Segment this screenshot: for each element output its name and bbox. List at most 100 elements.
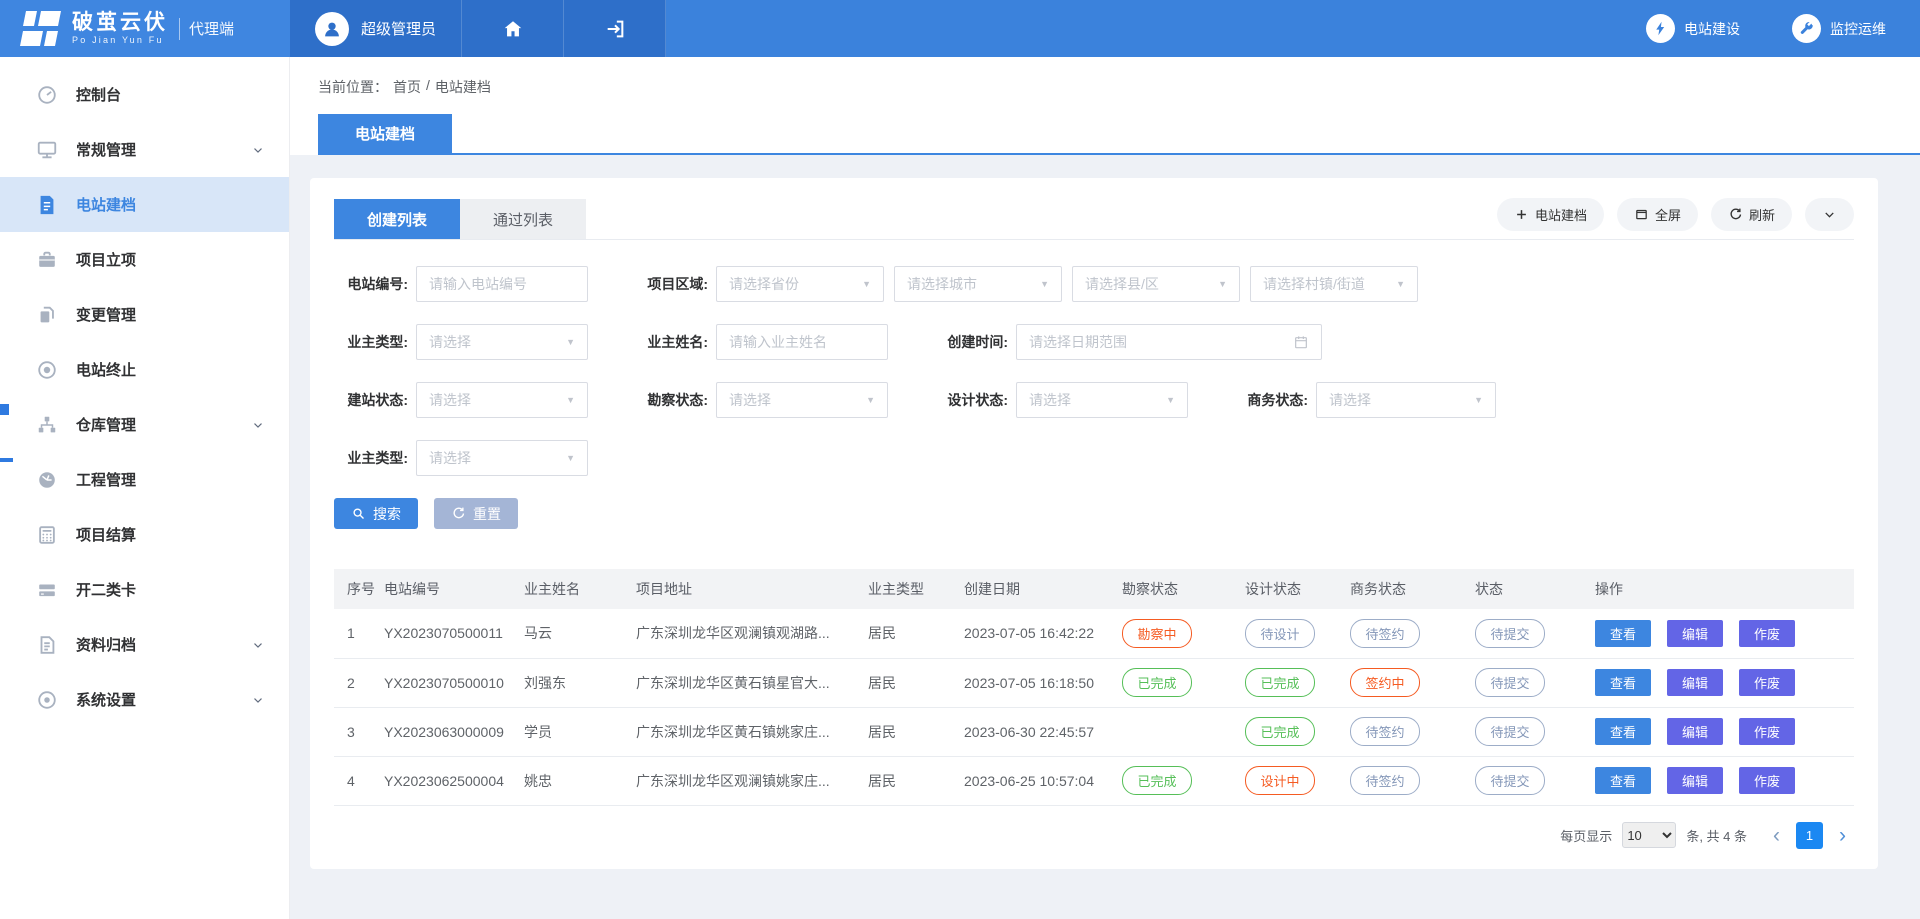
table-row: 4YX2023062500004姚忠广东深圳龙华区观澜镇姚家庄...居民2023…	[334, 756, 1854, 805]
prev-page-button[interactable]: ‹	[1765, 825, 1788, 846]
create-station-button[interactable]: 电站建档	[1497, 198, 1604, 231]
placeholder-text: 请输入业主姓名	[729, 332, 875, 352]
next-page-button[interactable]: ›	[1831, 825, 1854, 846]
page-size-select[interactable]: 10	[1622, 822, 1676, 848]
breadcrumb-separator: /	[426, 77, 430, 97]
sidebar-item-general-mgmt[interactable]: 常规管理	[0, 122, 289, 177]
calculator-icon	[36, 524, 58, 546]
sidebar-item-second-card[interactable]: 开二类卡	[0, 562, 289, 617]
station-table: 序号电站编号业主姓名项目地址业主类型创建日期勘察状态设计状态商务状态状态操作 1…	[334, 569, 1854, 806]
view-button[interactable]: 查看	[1595, 669, 1651, 696]
void-button[interactable]: 作废	[1739, 767, 1795, 794]
cell-status: 待提交	[1469, 658, 1589, 707]
sidebar-item-project-approval[interactable]: 项目立项	[0, 232, 289, 287]
fullscreen-button[interactable]: 全屏	[1617, 198, 1698, 231]
sidebar-item-project-settlement[interactable]: 项目结算	[0, 507, 289, 562]
cell-business: 待签约	[1344, 707, 1469, 756]
sidebar-item-system-settings[interactable]: 系统设置	[0, 672, 289, 727]
filter-district: 请选择县/区▼	[1072, 266, 1240, 302]
view-button[interactable]: 查看	[1595, 620, 1651, 647]
column-header-business: 商务状态	[1344, 569, 1469, 609]
reset-button[interactable]: 重置	[434, 498, 518, 529]
city-select[interactable]: 请选择城市▼	[894, 266, 1062, 302]
placeholder-text: 请输入电站编号	[429, 274, 575, 294]
void-button[interactable]: 作废	[1739, 718, 1795, 745]
cell-code: YX2023070500010	[378, 658, 518, 707]
header-link-monitor-ops[interactable]: 监控运维	[1792, 14, 1886, 43]
cell-owner_type: 居民	[862, 609, 958, 658]
logout-button[interactable]	[564, 0, 666, 57]
cell-address: 广东深圳龙华区观澜镇姚家庄...	[630, 756, 862, 805]
filter-row: 建站状态: 请选择▼ 勘察状态: 请选择▼ 设计状态: 请选择▼ 商务状态:	[334, 382, 1854, 418]
page-tab-station-file[interactable]: 电站建档	[318, 114, 452, 153]
tab-passed-list[interactable]: 通过列表	[460, 199, 586, 239]
placeholder-text: 请选择	[1329, 390, 1468, 410]
design-status-select[interactable]: 请选择▼	[1016, 382, 1188, 418]
build-status-select[interactable]: 请选择▼	[416, 382, 588, 418]
tab-created-list[interactable]: 创建列表	[334, 199, 460, 239]
owner-name-input[interactable]: 请输入业主姓名	[716, 324, 888, 360]
void-button[interactable]: 作废	[1739, 620, 1795, 647]
sidebar-item-station-file[interactable]: 电站建档	[0, 177, 289, 232]
edit-button[interactable]: 编辑	[1667, 620, 1723, 647]
placeholder-text: 请选择	[429, 332, 560, 352]
chevron-down-icon	[251, 693, 265, 707]
column-header-actions: 操作	[1589, 569, 1854, 609]
edit-button[interactable]: 编辑	[1667, 669, 1723, 696]
page-1-button[interactable]: 1	[1796, 822, 1823, 849]
column-header-created: 创建日期	[958, 569, 1116, 609]
gauge-icon	[36, 469, 58, 491]
business-status-select[interactable]: 请选择▼	[1316, 382, 1496, 418]
header-link-station-build[interactable]: 电站建设	[1646, 14, 1740, 43]
cell-design: 设计中	[1239, 756, 1344, 805]
sidebar-item-data-archive[interactable]: 资料归档	[0, 617, 289, 672]
cell-owner_type: 居民	[862, 756, 958, 805]
caret-down-icon: ▼	[566, 337, 575, 347]
refresh-button[interactable]: 刷新	[1711, 198, 1792, 231]
create-time-select[interactable]: 请选择日期范围	[1016, 324, 1322, 360]
owner-type-select[interactable]: 请选择 ▼	[416, 324, 588, 360]
refresh-icon	[1728, 207, 1743, 222]
sidebar-item-station-terminate[interactable]: 电站终止	[0, 342, 289, 397]
collapse-button[interactable]	[1805, 198, 1854, 231]
town-select[interactable]: 请选择村镇/街道▼	[1250, 266, 1418, 302]
void-button[interactable]: 作废	[1739, 669, 1795, 696]
toolbar-actions: 电站建档 全屏 刷新	[1497, 198, 1854, 239]
cell-actions: 查看编辑作废	[1589, 658, 1854, 707]
survey-status-select[interactable]: 请选择▼	[716, 382, 888, 418]
search-button[interactable]: 搜索	[334, 498, 418, 529]
sidebar-item-label: 资料归档	[76, 634, 251, 655]
archive-icon	[36, 634, 58, 656]
placeholder-text: 请选择	[729, 390, 860, 410]
cell-actions: 查看编辑作废	[1589, 707, 1854, 756]
header-nav: 超级管理员	[290, 0, 666, 57]
breadcrumb-home-link[interactable]: 首页	[393, 77, 421, 97]
view-button[interactable]: 查看	[1595, 767, 1651, 794]
status-badge: 勘察中	[1122, 619, 1192, 648]
view-button[interactable]: 查看	[1595, 718, 1651, 745]
edit-button[interactable]: 编辑	[1667, 767, 1723, 794]
chevron-down-icon	[251, 638, 265, 652]
district-select[interactable]: 请选择县/区▼	[1072, 266, 1240, 302]
cell-code: YX2023070500011	[378, 609, 518, 658]
chevron-down-icon	[251, 418, 265, 432]
station-no-input[interactable]: 请输入电站编号	[416, 266, 588, 302]
edit-button[interactable]: 编辑	[1667, 718, 1723, 745]
brand-title: 破茧云伏	[72, 12, 168, 34]
filter-row: 电站编号: 请输入电站编号 项目区域: 请选择省份▼ 请选择城市▼	[334, 266, 1854, 302]
sidebar-item-console[interactable]: 控制台	[0, 67, 289, 122]
page-tab-row: 电站建档	[318, 114, 1920, 155]
filter-owner-name: 业主姓名: 请输入业主姓名	[634, 324, 888, 360]
filter-station-no: 电站编号: 请输入电站编号	[334, 266, 588, 302]
filter-owner-type-2: 业主类型: 请选择▼	[334, 440, 588, 476]
province-select[interactable]: 请选择省份▼	[716, 266, 884, 302]
sidebar-item-label: 仓库管理	[76, 414, 251, 435]
owner-type-2-select[interactable]: 请选择▼	[416, 440, 588, 476]
sidebar-item-warehouse-mgmt[interactable]: 仓库管理	[0, 397, 289, 452]
user-menu[interactable]: 超级管理员	[290, 0, 462, 57]
list-tabs: 创建列表通过列表	[334, 199, 586, 239]
home-button[interactable]	[462, 0, 564, 57]
sidebar-item-change-mgmt[interactable]: 变更管理	[0, 287, 289, 342]
sidebar-item-engineering-mgmt[interactable]: 工程管理	[0, 452, 289, 507]
caret-down-icon: ▼	[1040, 279, 1049, 289]
